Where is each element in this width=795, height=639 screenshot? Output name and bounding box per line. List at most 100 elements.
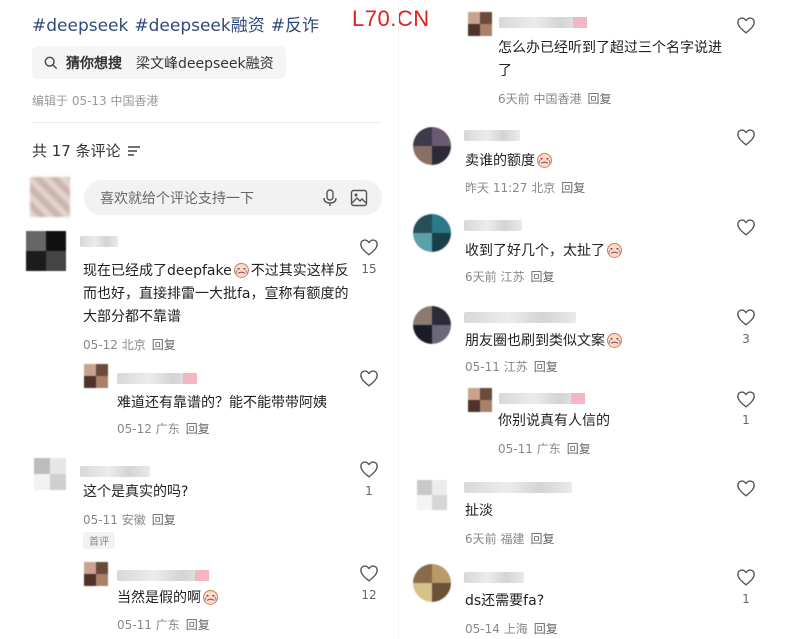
avatar[interactable] bbox=[468, 388, 492, 412]
like-count: 1 bbox=[742, 592, 750, 606]
like-heart-icon[interactable] bbox=[736, 16, 756, 34]
username-blurred[interactable] bbox=[464, 572, 524, 583]
image-icon[interactable] bbox=[350, 189, 368, 207]
panel-separator bbox=[398, 0, 399, 639]
comment-text: 朋友圈也刷到类似文案 bbox=[465, 330, 705, 353]
crying-emoji-icon bbox=[536, 152, 553, 168]
comment-meta: 6天前 中国香港 回复 bbox=[498, 92, 612, 106]
like-heart-icon[interactable] bbox=[736, 479, 756, 497]
username-blurred[interactable] bbox=[499, 393, 585, 404]
avatar[interactable] bbox=[468, 12, 492, 36]
reply-button[interactable]: 回复 bbox=[186, 618, 210, 632]
username-blurred[interactable] bbox=[499, 17, 587, 28]
like-count: 15 bbox=[361, 262, 377, 276]
reply-button[interactable]: 回复 bbox=[186, 422, 210, 436]
comment-text: 现在已经成了deepfake 不过其实这样反而也好，直接排雷一大批fa，宣称有额度… bbox=[83, 262, 349, 325]
like-heart-icon[interactable] bbox=[736, 218, 756, 236]
like-heart-icon[interactable] bbox=[736, 308, 756, 326]
tag-anti-fraud[interactable]: #反诈 bbox=[271, 16, 319, 36]
reply-button[interactable]: 回复 bbox=[152, 338, 176, 352]
username-blurred[interactable] bbox=[464, 130, 520, 141]
comment-meta: 05-11 安徽 回复 bbox=[83, 513, 176, 527]
reply-button[interactable]: 回复 bbox=[534, 360, 558, 374]
search-query-text: 梁文峰deepseek融资 bbox=[136, 55, 274, 72]
avatar[interactable] bbox=[413, 214, 451, 252]
crying-emoji-icon bbox=[202, 589, 219, 605]
comment-meta: 昨天 11:27 北京 回复 bbox=[465, 181, 586, 195]
crying-emoji-icon bbox=[233, 262, 250, 278]
my-avatar bbox=[30, 177, 70, 217]
divider bbox=[32, 122, 382, 123]
avatar[interactable] bbox=[413, 564, 451, 602]
comment-count: 共 17 条评论 bbox=[32, 142, 121, 160]
comment-meta: 05-11 广东 回复 bbox=[117, 618, 210, 632]
comment-input-row: 喜欢就给个评论支持一下 bbox=[30, 175, 382, 220]
topic-tags: #deepseek #deepseek融资 #反诈 bbox=[32, 11, 325, 36]
comment-meta: 05-14 上海 回复 bbox=[465, 622, 558, 636]
reply-button[interactable]: 回复 bbox=[534, 622, 558, 636]
left-panel: #deepseek #deepseek融资 #反诈 猜你想搜 梁文峰deepseek… bbox=[0, 0, 395, 639]
comment-text: 收到了好几个，太扯了 bbox=[465, 240, 705, 263]
avatar[interactable] bbox=[417, 480, 447, 510]
comment-text: 当然是假的啊 bbox=[117, 587, 357, 610]
avatar[interactable] bbox=[84, 562, 108, 586]
search-suggestion-chip[interactable]: 猜你想搜 梁文峰deepseek融资 bbox=[32, 46, 286, 79]
username-blurred[interactable] bbox=[464, 220, 522, 231]
username-blurred[interactable] bbox=[117, 570, 209, 581]
like-heart-icon[interactable] bbox=[359, 238, 379, 256]
like-heart-icon[interactable] bbox=[736, 568, 756, 586]
avatar[interactable] bbox=[413, 306, 451, 344]
comment-meta: 6天前 江苏 回复 bbox=[465, 270, 555, 284]
comment-count-row[interactable]: 共 17 条评论 bbox=[32, 140, 141, 161]
username-blurred[interactable] bbox=[464, 482, 572, 493]
reply-button[interactable]: 回复 bbox=[567, 442, 591, 456]
comment-meta: 6天前 福建 回复 bbox=[465, 532, 555, 546]
first-comment-badge: 首评 bbox=[83, 532, 115, 549]
reply-button[interactable]: 回复 bbox=[530, 532, 554, 546]
username-blurred[interactable] bbox=[117, 373, 197, 384]
like-count: 1 bbox=[365, 484, 373, 498]
like-heart-icon[interactable] bbox=[359, 369, 379, 387]
like-heart-icon[interactable] bbox=[736, 128, 756, 146]
tag-deepseek-funding[interactable]: #deepseek融资 bbox=[134, 16, 264, 36]
reply-button[interactable]: 回复 bbox=[530, 270, 554, 284]
comment-input[interactable]: 喜欢就给个评论支持一下 bbox=[84, 180, 382, 215]
comment-input-placeholder: 喜欢就给个评论支持一下 bbox=[100, 190, 254, 207]
avatar[interactable] bbox=[26, 231, 66, 271]
tag-deepseek[interactable]: #deepseek bbox=[32, 16, 128, 36]
comment-meta: 05-11 江苏 回复 bbox=[465, 360, 558, 374]
edit-info: 编辑于 05-13 中国香港 bbox=[32, 94, 159, 108]
avatar[interactable] bbox=[413, 127, 451, 165]
reply-button[interactable]: 回复 bbox=[561, 181, 585, 195]
reply-button[interactable]: 回复 bbox=[587, 92, 611, 106]
microphone-icon[interactable] bbox=[322, 189, 338, 207]
like-heart-icon[interactable] bbox=[359, 564, 379, 582]
comment-meta: 05-12 北京 回复 bbox=[83, 338, 176, 352]
avatar[interactable] bbox=[84, 364, 108, 388]
like-heart-icon[interactable] bbox=[736, 390, 756, 408]
comment-text: 扯淡 bbox=[465, 503, 493, 519]
like-count: 1 bbox=[742, 413, 750, 427]
like-count: 3 bbox=[742, 332, 750, 346]
reply-button[interactable]: 回复 bbox=[152, 513, 176, 527]
comment-text: 这个是真实的吗? bbox=[83, 484, 189, 500]
search-icon bbox=[44, 56, 58, 69]
search-guess-label: 猜你想搜 bbox=[66, 55, 122, 72]
sort-icon[interactable] bbox=[127, 145, 141, 157]
comment-meta: 05-12 广东 回复 bbox=[117, 422, 210, 436]
comment-text: ds还需要fa? bbox=[465, 593, 545, 609]
like-heart-icon[interactable] bbox=[359, 460, 379, 478]
crying-emoji-icon bbox=[606, 332, 623, 348]
username-blurred[interactable] bbox=[80, 236, 118, 247]
like-count: 12 bbox=[361, 588, 377, 602]
comment-text: 怎么办已经听到了超过三个名字说进了 bbox=[498, 40, 722, 79]
crying-emoji-icon bbox=[606, 242, 623, 258]
avatar[interactable] bbox=[34, 458, 66, 490]
username-blurred[interactable] bbox=[464, 312, 576, 323]
username-blurred[interactable] bbox=[80, 466, 150, 477]
right-panel: 怎么办已经听到了超过三个名字说进了 6天前 中国香港 回复 卖谁的额度 昨天 11… bbox=[400, 0, 795, 639]
comment-text: 难道还有靠谱的？能不能带带阿姨 bbox=[117, 395, 327, 411]
comment-meta: 05-11 广东 回复 bbox=[498, 442, 591, 456]
comment-text: 你别说真有人信的 bbox=[498, 413, 610, 429]
comment-text: 卖谁的额度 bbox=[465, 150, 705, 173]
